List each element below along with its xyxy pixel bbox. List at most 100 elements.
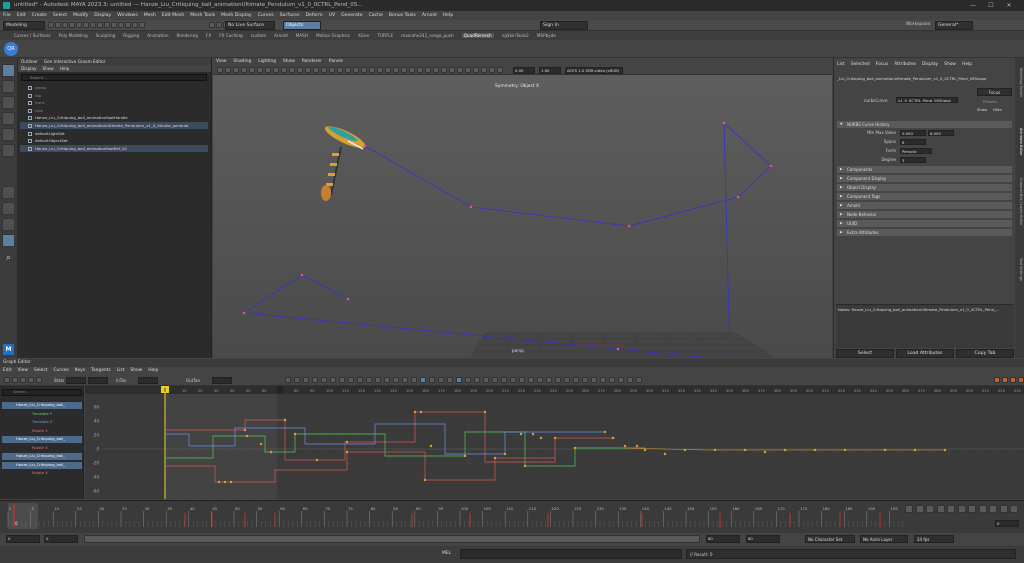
viewport-tool-icon[interactable] [353,67,359,73]
graph-menu-6[interactable]: List [117,368,125,373]
viewport-tool-icon[interactable] [313,67,319,73]
viewport-tool-icon[interactable] [449,67,455,73]
graph-view[interactable]: 6040200-20-40-60010203040506070809010011… [85,386,1024,499]
menu-arnold[interactable]: Arnold [422,13,437,18]
graph-tool-icon[interactable] [285,377,291,383]
maximize-button[interactable]: ☐ [982,0,1000,11]
playback-end-field[interactable]: 60 [706,535,740,543]
shelf-tab-6[interactable]: FX [206,33,211,38]
graph-tool-icon[interactable] [339,377,345,383]
key-point[interactable] [259,442,263,446]
menu-curves[interactable]: Curves [258,13,274,18]
outliner-tab-0[interactable]: Outliner [21,59,38,64]
menu-windows[interactable]: Windows [117,13,138,18]
playback-button-icon[interactable] [968,505,976,513]
graph-menu-5[interactable]: Tangents [91,368,111,373]
close-button[interactable]: ✕ [1000,0,1018,11]
playback-button-icon[interactable] [947,505,955,513]
side-tab-tool-settings[interactable]: Tool Settings [1016,258,1023,281]
graph-tool-icon[interactable] [492,377,498,383]
shelf-tab-8[interactable]: custom [251,33,266,38]
graph-tool-icon[interactable] [321,377,327,383]
key-point[interactable] [611,436,615,440]
outliner-item[interactable]: top [20,92,208,99]
status-tool-icon[interactable] [216,22,222,28]
playback-button-icon[interactable] [978,505,987,513]
mode-dropdown[interactable]: Modeling [3,21,45,30]
graph-tool-icon[interactable] [20,377,26,383]
playback-button-icon[interactable] [999,505,1008,513]
move-tool-icon[interactable] [2,112,15,125]
attr-section-object-display[interactable]: Object Display [837,184,1012,191]
playback-button-icon[interactable] [1010,505,1018,513]
menu-select[interactable]: Select [53,13,67,18]
quadremesh-icon[interactable]: QR [4,42,18,56]
graph-outliner-item[interactable]: Hanze_Liu_Critiquing_ball_ [2,461,82,469]
graph-tool-icon[interactable] [510,377,516,383]
end-frame-field[interactable]: 60 [746,535,780,543]
key-point[interactable] [763,450,767,454]
viewport-menu-0[interactable]: View [216,59,226,64]
graph-menu-8[interactable]: Help [148,368,158,373]
key-point[interactable] [483,410,487,414]
viewport-menu-1[interactable]: Shading [233,59,251,64]
form-dropdown[interactable]: Periodic [900,148,932,154]
status-tool-icon[interactable] [76,22,82,28]
attr-section-component-display[interactable]: Component Display [837,175,1012,182]
shelf-tab-1[interactable]: Poly Modeling [59,33,88,38]
key-point[interactable] [531,432,535,436]
status-tool-icon[interactable] [104,22,110,28]
graph-outliner-item[interactable]: Translate Z [2,419,82,426]
graph-tool-icon[interactable] [465,377,471,383]
attr-section-component-tags[interactable]: Component Tags [837,193,1012,200]
graph-tool-icon[interactable] [573,377,579,383]
menu-uv[interactable]: UV [329,13,336,18]
viewport-tool-icon[interactable] [361,67,367,73]
menu-deform[interactable]: Deform [306,13,323,18]
viewport-tool-icon[interactable] [393,67,399,73]
shelf-tab-2[interactable]: Sculpting [96,33,116,38]
menu-edit-mesh[interactable]: Edit Mesh [162,13,184,18]
graph-tool-icon[interactable] [474,377,480,383]
graph-tool-icon[interactable] [420,377,426,383]
viewport-tool-icon[interactable] [297,67,303,73]
attr-section-node-behavior[interactable]: Node Behavior [837,211,1012,218]
graph-tool-icon[interactable] [348,377,354,383]
viewport-tool-icon[interactable] [441,67,447,73]
status-tool-icon[interactable] [111,22,117,28]
graph-tool-icon[interactable] [627,377,633,383]
viewport-tool-icon[interactable] [289,67,295,73]
viewport-panel[interactable]: View Shading Lighting Show Renderer Panels 0.… [213,58,832,358]
attr-menu-5[interactable]: Show [944,62,956,67]
graph-tool-icon[interactable] [636,377,642,383]
key-point[interactable] [635,444,639,448]
viewport-tool-icon[interactable] [337,67,343,73]
outliner-menu-2[interactable]: Help [60,66,70,71]
graph-tool-icon[interactable] [528,377,534,383]
key-point[interactable] [217,480,221,484]
viewport-tool-icon[interactable] [233,67,239,73]
side-tab-channel-box[interactable]: Channel Box / Layer Editor [1016,178,1023,226]
graph-tool-icon[interactable] [4,377,10,383]
shelf-tab-0[interactable]: Curves / Surfaces [14,33,51,38]
anim-layer-dropdown[interactable]: No Anim Layer [860,535,908,543]
key-point[interactable] [643,448,647,452]
status-tool-icon[interactable] [97,22,103,28]
viewport-tool-icon[interactable] [385,67,391,73]
viewport-tool-icon[interactable] [481,67,487,73]
outliner-item[interactable]: defaultObjectSet [20,137,208,144]
key-point[interactable] [683,448,687,452]
notes-area[interactable]: Notes: Hanze_Liu_Critiquing_ball_animati… [836,304,1014,348]
graph-tool-icon[interactable] [312,377,318,383]
graph-tool-icon[interactable] [36,377,42,383]
attr-menu-4[interactable]: Display [922,62,938,67]
key-point[interactable] [539,436,543,440]
attr-section-components[interactable]: Components [837,166,1012,173]
viewport-tool-icon[interactable] [265,67,271,73]
degree-field[interactable]: 3 [900,157,926,163]
outliner-item[interactable]: persp [20,84,208,91]
graph-tool-icon[interactable] [402,377,408,383]
viewport-tool-icon[interactable] [489,67,495,73]
viewport-tool-icon[interactable] [473,67,479,73]
menu-modify[interactable]: Modify [73,13,88,18]
